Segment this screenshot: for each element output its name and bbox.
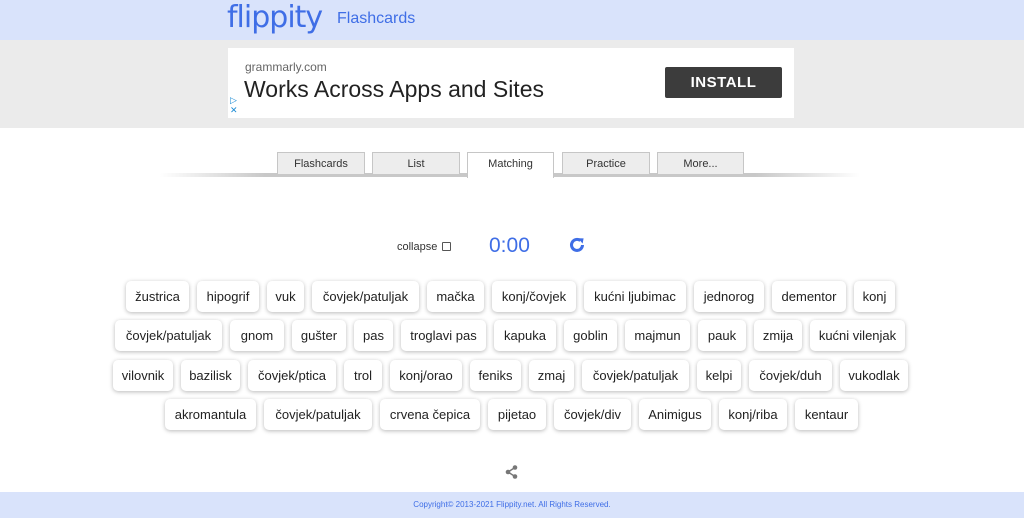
card[interactable]: žustrica: [126, 281, 189, 312]
card[interactable]: čovjek/patuljak: [115, 320, 222, 351]
card[interactable]: gušter: [292, 320, 346, 351]
card[interactable]: konj/riba: [719, 399, 787, 430]
card[interactable]: čovjek/patuljak: [582, 360, 689, 391]
card[interactable]: čovjek/div: [554, 399, 631, 430]
page: { "header": { "logo": "flippity", "app_n…: [0, 0, 1024, 518]
card[interactable]: konj/čovjek: [492, 281, 576, 312]
card[interactable]: feniks: [470, 360, 521, 391]
card[interactable]: vukodlak: [840, 360, 908, 391]
install-button[interactable]: INSTALL: [665, 67, 782, 98]
ad-headline[interactable]: Works Across Apps and Sites: [244, 76, 544, 103]
card[interactable]: vuk: [267, 281, 304, 312]
card[interactable]: zmija: [754, 320, 802, 351]
ad-band: grammarly.com Works Across Apps and Site…: [0, 40, 1024, 128]
card[interactable]: Animigus: [639, 399, 711, 430]
card[interactable]: bazilisk: [181, 360, 240, 391]
reload-icon[interactable]: [568, 236, 586, 254]
flippity-logo[interactable]: flippity: [227, 0, 323, 35]
footer: Copyright© 2013-2021 Flippity.net. All R…: [0, 492, 1024, 518]
card[interactable]: pijetao: [488, 399, 546, 430]
card[interactable]: crvena čepica: [380, 399, 480, 430]
card[interactable]: kelpi: [697, 360, 741, 391]
card[interactable]: čovjek/patuljak: [264, 399, 372, 430]
collapse-checkbox[interactable]: [442, 242, 451, 251]
card[interactable]: konj: [854, 281, 895, 312]
tab-more[interactable]: More...: [657, 152, 744, 174]
tab-list[interactable]: List: [372, 152, 460, 174]
card[interactable]: kućni vilenjak: [810, 320, 905, 351]
card[interactable]: čovjek/patuljak: [312, 281, 419, 312]
card[interactable]: majmun: [625, 320, 690, 351]
game-controls: collapse 0:00: [0, 233, 1024, 259]
card[interactable]: trol: [344, 360, 382, 391]
card[interactable]: pas: [354, 320, 393, 351]
app-header: flippity Flashcards: [0, 0, 1024, 40]
card[interactable]: goblin: [564, 320, 617, 351]
card[interactable]: čovjek/duh: [749, 360, 832, 391]
card[interactable]: kućni ljubimac: [584, 281, 686, 312]
timer: 0:00: [489, 234, 530, 257]
card[interactable]: pauk: [698, 320, 746, 351]
card[interactable]: jednorog: [694, 281, 764, 312]
tab-flashcards[interactable]: Flashcards: [277, 152, 365, 174]
tab-bar: Flashcards List Matching Practice More..…: [0, 150, 1024, 180]
card[interactable]: hipogrif: [197, 281, 259, 312]
card[interactable]: mačka: [427, 281, 484, 312]
collapse-label: collapse: [397, 241, 438, 253]
ad-close-icon[interactable]: ✕: [230, 105, 238, 115]
copyright-text: Copyright© 2013-2021 Flippity.net. All R…: [413, 500, 611, 509]
card[interactable]: kentaur: [795, 399, 858, 430]
card[interactable]: dementor: [772, 281, 846, 312]
card[interactable]: vilovnik: [113, 360, 173, 391]
share-icon[interactable]: [505, 465, 518, 479]
card[interactable]: kapuka: [494, 320, 556, 351]
card[interactable]: zmaj: [529, 360, 574, 391]
tab-matching[interactable]: Matching: [467, 152, 554, 178]
card[interactable]: konj/orao: [390, 360, 462, 391]
app-name: Flashcards: [337, 10, 416, 27]
card[interactable]: akromantula: [165, 399, 256, 430]
tab-practice[interactable]: Practice: [562, 152, 650, 174]
ad-domain: grammarly.com: [245, 60, 327, 74]
ad-info-icon[interactable]: ▷: [230, 95, 238, 105]
card[interactable]: čovjek/ptica: [248, 360, 336, 391]
ad-banner[interactable]: grammarly.com Works Across Apps and Site…: [228, 48, 794, 118]
card[interactable]: troglavi pas: [401, 320, 486, 351]
card[interactable]: gnom: [230, 320, 284, 351]
ad-choices[interactable]: ▷ ✕: [230, 95, 238, 115]
